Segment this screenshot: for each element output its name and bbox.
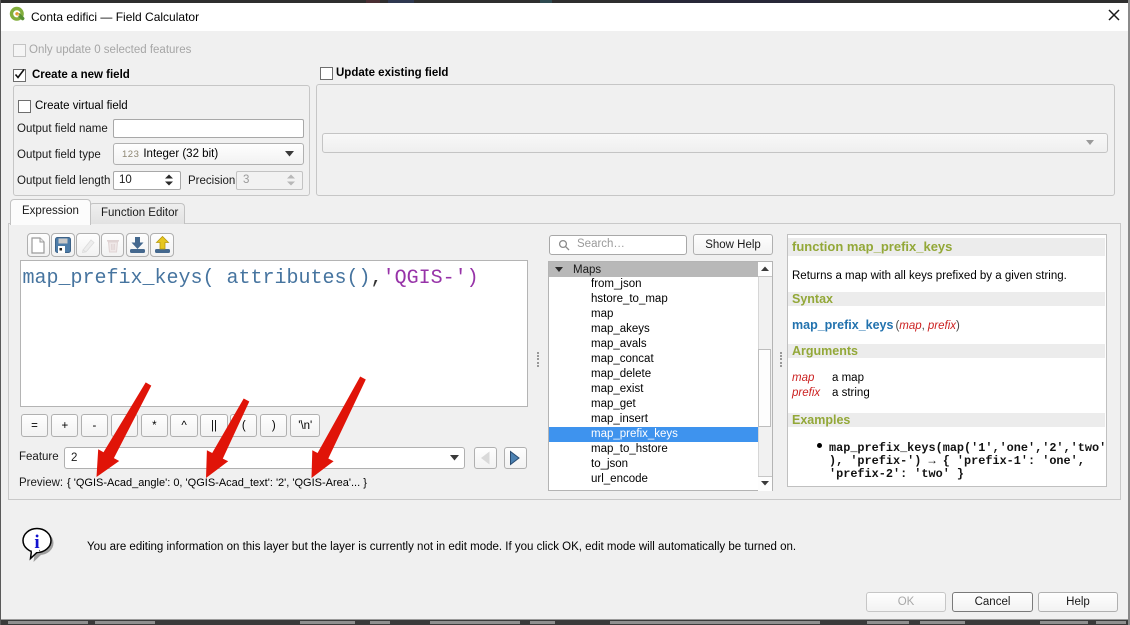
svg-text:i: i	[34, 532, 39, 553]
